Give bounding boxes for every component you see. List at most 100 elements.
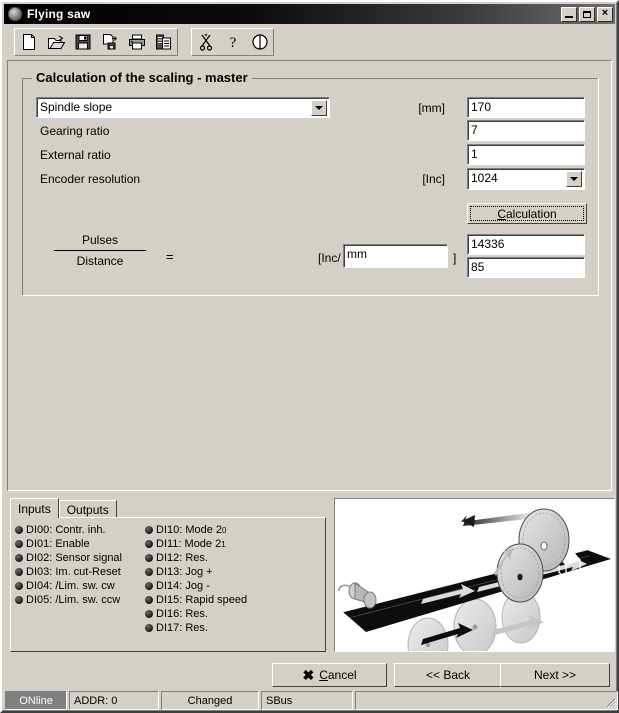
cancel-button-label: Cancel: [319, 668, 357, 682]
list-item: DI04: /Lim. sw. cw: [15, 579, 145, 593]
encoder-resolution-combo[interactable]: 1024: [467, 168, 585, 190]
led-indicator-icon: [145, 568, 153, 576]
list-item-label: DI00: Contr. inh.: [26, 524, 106, 536]
next-button[interactable]: Next >>: [500, 663, 610, 687]
close-icon: ×: [601, 7, 609, 19]
calculation-button-label: Calculation: [497, 206, 557, 221]
led-indicator-icon: [15, 582, 23, 590]
cancel-button[interactable]: ✖ Cancel: [272, 663, 387, 687]
save-button[interactable]: [69, 29, 96, 55]
list-item: DI02: Sensor signal: [15, 551, 145, 565]
list-item: DI17: Res.: [145, 621, 275, 635]
close-button[interactable]: ×: [597, 6, 613, 22]
resize-grip-icon[interactable]: [604, 696, 616, 708]
scissors-cut-icon: [197, 33, 215, 51]
save-disk-icon: [74, 33, 92, 51]
minimize-button[interactable]: [561, 6, 577, 22]
flying-saw-illustration-panel: [334, 498, 615, 652]
application-window: Flying saw × ? Calculation of the scalin…: [0, 0, 619, 713]
list-item-label: DI12: Res.: [156, 552, 208, 564]
list-item: DI16: Res.: [145, 607, 275, 621]
print-button[interactable]: [123, 29, 150, 55]
bottom-area: Inputs Outputs DI00: Contr. inh. DI01: E…: [7, 498, 616, 655]
new-file-button[interactable]: [15, 29, 42, 55]
encoder-resolution-label: Encoder resolution: [40, 172, 141, 186]
status-bar: ONline ADDR: 0 Changed SBus: [5, 691, 618, 710]
info-button[interactable]: [246, 29, 273, 55]
list-item-label: DI14: Jog -: [156, 580, 210, 592]
list-item-label: DI01: Enable: [26, 538, 90, 550]
tab-inputs-label: Inputs: [18, 501, 51, 516]
list-item-label: DI16: Res.: [156, 608, 208, 620]
led-indicator-icon: [15, 526, 23, 534]
unit-input[interactable]: mm: [343, 244, 448, 268]
list-item: DI13: Jog +: [145, 565, 275, 579]
open-folder-icon: [47, 33, 65, 51]
result-numerator-input[interactable]: 14336: [467, 234, 585, 255]
back-button[interactable]: << Back: [394, 663, 502, 687]
status-address: ADDR: 0: [69, 691, 159, 710]
list-item: DI11: Mode 21: [145, 537, 275, 551]
fraction-numerator-label: Pulses: [81, 233, 119, 247]
digital-input-column-left: DI00: Contr. inh. DI01: Enable DI02: Sen…: [15, 523, 145, 635]
title-bar: Flying saw ×: [4, 4, 615, 24]
list-item: DI03: Im. cut-Reset: [15, 565, 145, 579]
list-item: DI12: Res.: [145, 551, 275, 565]
spindle-slope-input[interactable]: 170: [467, 97, 585, 118]
tab-outputs-label: Outputs: [66, 502, 109, 517]
led-indicator-icon: [145, 596, 153, 604]
io-tab-panel: Inputs Outputs DI00: Contr. inh. DI01: E…: [10, 498, 326, 652]
list-item-label: DI17: Res.: [156, 622, 208, 634]
app-circle-icon: [8, 7, 22, 21]
pulses-per-distance-fraction: Pulses Distance: [54, 231, 146, 270]
tab-inputs[interactable]: Inputs: [10, 498, 59, 518]
print-icon: [128, 33, 146, 51]
save-as-icon: [101, 33, 119, 51]
chevron-down-icon[interactable]: [566, 171, 582, 187]
next-button-label: Next >>: [533, 668, 577, 682]
list-item-label: DI11: Mode 2: [156, 538, 222, 550]
result-denominator-input[interactable]: 85: [467, 257, 585, 278]
encoder-resolution-value: 1024: [471, 171, 498, 185]
list-item-label: DI15: Rapid speed: [156, 594, 248, 606]
list-item: DI14: Jog -: [145, 579, 275, 593]
main-client-area: Calculation of the scaling - master Spin…: [7, 60, 612, 491]
open-folder-button[interactable]: [42, 29, 69, 55]
window-controls: ×: [561, 6, 613, 22]
help-question-icon: ?: [224, 33, 242, 51]
tab-body-inputs: DI00: Contr. inh. DI01: Enable DI02: Sen…: [10, 517, 326, 652]
toolbar-group-file: [14, 28, 178, 56]
status-changed: Changed: [161, 691, 259, 710]
back-button-label: << Back: [425, 668, 471, 682]
digital-input-column-right: DI10: Mode 20 DI11: Mode 21 DI12: Res. D…: [145, 523, 275, 635]
list-item-superscript: 1: [221, 539, 226, 549]
copy-paste-button[interactable]: [150, 29, 177, 55]
chevron-down-icon[interactable]: [311, 100, 327, 116]
x-mark-icon: ✖: [302, 667, 315, 683]
external-ratio-input[interactable]: 1: [467, 144, 585, 165]
calculation-button[interactable]: Calculation: [467, 203, 587, 224]
cut-button[interactable]: [192, 29, 219, 55]
gearing-ratio-label: Gearing ratio: [40, 124, 110, 138]
list-item: DI10: Mode 20: [145, 523, 275, 537]
tab-strip: Inputs Outputs: [10, 498, 326, 518]
list-item-label: DI04: /Lim. sw. cw: [26, 580, 115, 592]
unit-prefix-label: [Inc/: [318, 251, 341, 265]
help-button[interactable]: ?: [219, 29, 246, 55]
spindle-slope-value: Spindle slope: [40, 100, 113, 114]
list-item: DI00: Contr. inh.: [15, 523, 145, 537]
scaling-calculation-group: Calculation of the scaling - master Spin…: [22, 70, 599, 296]
status-bus: SBus: [261, 691, 353, 710]
tab-outputs[interactable]: Outputs: [58, 500, 117, 518]
led-indicator-icon: [15, 540, 23, 548]
led-indicator-icon: [145, 526, 153, 534]
toolbar-group-tools: ?: [191, 28, 274, 56]
save-as-button[interactable]: [96, 29, 123, 55]
list-item-superscript: 0: [222, 525, 227, 535]
led-indicator-icon: [145, 624, 153, 632]
spindle-slope-combo[interactable]: Spindle slope: [36, 97, 330, 118]
status-extra: [355, 691, 618, 710]
led-indicator-icon: [145, 582, 153, 590]
gearing-ratio-input[interactable]: 7: [467, 120, 585, 141]
maximize-button[interactable]: [579, 6, 595, 22]
